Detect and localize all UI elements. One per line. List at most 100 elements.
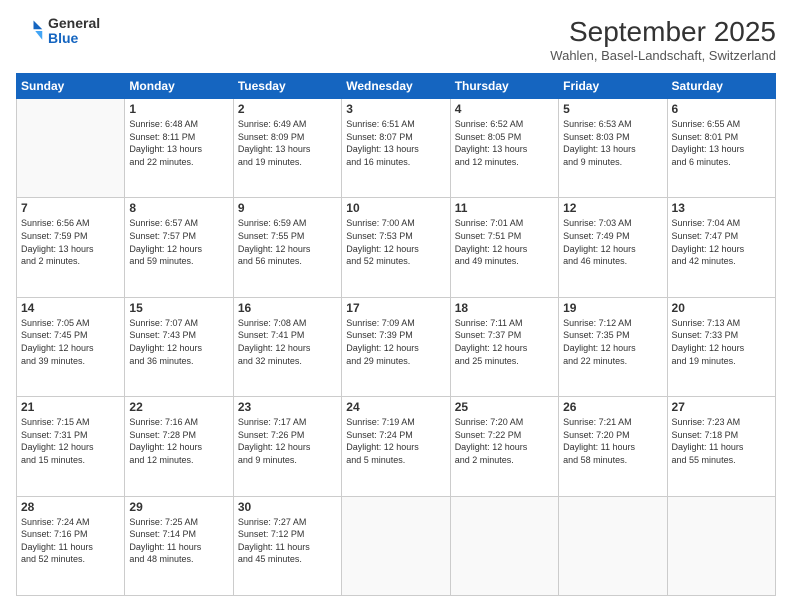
table-row bbox=[667, 496, 775, 595]
table-row: 20 Sunrise: 7:13 AM Sunset: 7:33 PM Dayli… bbox=[667, 297, 775, 396]
day-number: 21 bbox=[21, 400, 120, 414]
table-row: 2 Sunrise: 6:49 AM Sunset: 8:09 PM Daylig… bbox=[233, 99, 341, 198]
table-row: 19 Sunrise: 7:12 AM Sunset: 7:35 PM Dayli… bbox=[559, 297, 667, 396]
day-info: Sunrise: 7:19 AM Sunset: 7:24 PM Dayligh… bbox=[346, 416, 445, 466]
col-tuesday: Tuesday bbox=[233, 74, 341, 99]
table-row: 27 Sunrise: 7:23 AM Sunset: 7:18 PM Dayli… bbox=[667, 397, 775, 496]
day-info: Sunrise: 7:23 AM Sunset: 7:18 PM Dayligh… bbox=[672, 416, 771, 466]
day-info: Sunrise: 7:24 AM Sunset: 7:16 PM Dayligh… bbox=[21, 516, 120, 566]
day-info: Sunrise: 6:51 AM Sunset: 8:07 PM Dayligh… bbox=[346, 118, 445, 168]
table-row: 14Sunrise: 7:05 AM Sunset: 7:45 PM Dayli… bbox=[17, 297, 125, 396]
col-friday: Friday bbox=[559, 74, 667, 99]
table-row: 21 Sunrise: 7:15 AM Sunset: 7:31 PM Dayli… bbox=[17, 397, 125, 496]
day-info: Sunrise: 7:13 AM Sunset: 7:33 PM Dayligh… bbox=[672, 317, 771, 367]
day-info: Sunrise: 7:16 AM Sunset: 7:28 PM Dayligh… bbox=[129, 416, 228, 466]
table-row bbox=[342, 496, 450, 595]
logo: General Blue bbox=[16, 16, 100, 47]
day-number: 29 bbox=[129, 500, 228, 514]
day-info: Sunrise: 6:52 AM Sunset: 8:05 PM Dayligh… bbox=[455, 118, 554, 168]
day-info: Sunrise: 7:08 AM Sunset: 7:41 PM Dayligh… bbox=[238, 317, 337, 367]
header: General Blue September 2025 Wahlen, Base… bbox=[16, 16, 776, 63]
day-info: Sunrise: 6:56 AM Sunset: 7:59 PM Dayligh… bbox=[21, 217, 120, 267]
table-row: 23Sunrise: 7:17 AM Sunset: 7:26 PM Dayli… bbox=[233, 397, 341, 496]
table-row: 12 Sunrise: 7:03 AM Sunset: 7:49 PM Dayli… bbox=[559, 198, 667, 297]
table-row: 4Sunrise: 6:52 AM Sunset: 8:05 PM Daylig… bbox=[450, 99, 558, 198]
table-row: 26 Sunrise: 7:21 AM Sunset: 7:20 PM Dayli… bbox=[559, 397, 667, 496]
day-number: 28 bbox=[21, 500, 120, 514]
logo-icon bbox=[16, 17, 44, 45]
title-block: September 2025 Wahlen, Basel-Landschaft,… bbox=[550, 16, 776, 63]
day-number: 17 bbox=[346, 301, 445, 315]
day-number: 19 bbox=[563, 301, 662, 315]
day-info: Sunrise: 7:01 AM Sunset: 7:51 PM Dayligh… bbox=[455, 217, 554, 267]
table-row: 18 Sunrise: 7:11 AM Sunset: 7:37 PM Dayli… bbox=[450, 297, 558, 396]
day-number: 10 bbox=[346, 201, 445, 215]
day-info: Sunrise: 6:48 AM Sunset: 8:11 PM Dayligh… bbox=[129, 118, 228, 168]
day-info: Sunrise: 7:03 AM Sunset: 7:49 PM Dayligh… bbox=[563, 217, 662, 267]
day-number: 9 bbox=[238, 201, 337, 215]
table-row bbox=[17, 99, 125, 198]
calendar-week-row: 7Sunrise: 6:56 AM Sunset: 7:59 PM Daylig… bbox=[17, 198, 776, 297]
day-info: Sunrise: 7:25 AM Sunset: 7:14 PM Dayligh… bbox=[129, 516, 228, 566]
calendar-week-row: 21 Sunrise: 7:15 AM Sunset: 7:31 PM Dayli… bbox=[17, 397, 776, 496]
day-number: 6 bbox=[672, 102, 771, 116]
month-title: September 2025 bbox=[550, 16, 776, 48]
table-row bbox=[559, 496, 667, 595]
table-row: 6 Sunrise: 6:55 AM Sunset: 8:01 PM Daylig… bbox=[667, 99, 775, 198]
day-info: Sunrise: 6:49 AM Sunset: 8:09 PM Dayligh… bbox=[238, 118, 337, 168]
day-number: 22 bbox=[129, 400, 228, 414]
day-number: 27 bbox=[672, 400, 771, 414]
table-row: 7Sunrise: 6:56 AM Sunset: 7:59 PM Daylig… bbox=[17, 198, 125, 297]
table-row: 9 Sunrise: 6:59 AM Sunset: 7:55 PM Daylig… bbox=[233, 198, 341, 297]
col-saturday: Saturday bbox=[667, 74, 775, 99]
table-row: 10 Sunrise: 7:00 AM Sunset: 7:53 PM Dayli… bbox=[342, 198, 450, 297]
table-row: 17 Sunrise: 7:09 AM Sunset: 7:39 PM Dayli… bbox=[342, 297, 450, 396]
day-number: 20 bbox=[672, 301, 771, 315]
day-number: 15 bbox=[129, 301, 228, 315]
day-info: Sunrise: 6:53 AM Sunset: 8:03 PM Dayligh… bbox=[563, 118, 662, 168]
day-info: Sunrise: 7:12 AM Sunset: 7:35 PM Dayligh… bbox=[563, 317, 662, 367]
day-number: 3 bbox=[346, 102, 445, 116]
day-info: Sunrise: 7:21 AM Sunset: 7:20 PM Dayligh… bbox=[563, 416, 662, 466]
day-info: Sunrise: 7:04 AM Sunset: 7:47 PM Dayligh… bbox=[672, 217, 771, 267]
table-row: 1 Sunrise: 6:48 AM Sunset: 8:11 PM Daylig… bbox=[125, 99, 233, 198]
calendar-table: Sunday Monday Tuesday Wednesday Thursday… bbox=[16, 73, 776, 596]
day-info: Sunrise: 7:05 AM Sunset: 7:45 PM Dayligh… bbox=[21, 317, 120, 367]
table-row: 25Sunrise: 7:20 AM Sunset: 7:22 PM Dayli… bbox=[450, 397, 558, 496]
col-thursday: Thursday bbox=[450, 74, 558, 99]
day-info: Sunrise: 7:17 AM Sunset: 7:26 PM Dayligh… bbox=[238, 416, 337, 466]
day-number: 1 bbox=[129, 102, 228, 116]
day-info: Sunrise: 7:09 AM Sunset: 7:39 PM Dayligh… bbox=[346, 317, 445, 367]
day-number: 2 bbox=[238, 102, 337, 116]
logo-blue-text: Blue bbox=[48, 31, 100, 46]
day-info: Sunrise: 6:57 AM Sunset: 7:57 PM Dayligh… bbox=[129, 217, 228, 267]
calendar-week-row: 28 Sunrise: 7:24 AM Sunset: 7:16 PM Dayli… bbox=[17, 496, 776, 595]
table-row: 3 Sunrise: 6:51 AM Sunset: 8:07 PM Daylig… bbox=[342, 99, 450, 198]
logo-general-text: General bbox=[48, 16, 100, 31]
day-info: Sunrise: 6:55 AM Sunset: 8:01 PM Dayligh… bbox=[672, 118, 771, 168]
calendar-header-row: Sunday Monday Tuesday Wednesday Thursday… bbox=[17, 74, 776, 99]
day-info: Sunrise: 7:11 AM Sunset: 7:37 PM Dayligh… bbox=[455, 317, 554, 367]
table-row: 11Sunrise: 7:01 AM Sunset: 7:51 PM Dayli… bbox=[450, 198, 558, 297]
col-sunday: Sunday bbox=[17, 74, 125, 99]
day-number: 18 bbox=[455, 301, 554, 315]
col-monday: Monday bbox=[125, 74, 233, 99]
day-number: 13 bbox=[672, 201, 771, 215]
table-row: 15 Sunrise: 7:07 AM Sunset: 7:43 PM Dayli… bbox=[125, 297, 233, 396]
day-info: Sunrise: 7:20 AM Sunset: 7:22 PM Dayligh… bbox=[455, 416, 554, 466]
table-row: 16Sunrise: 7:08 AM Sunset: 7:41 PM Dayli… bbox=[233, 297, 341, 396]
day-number: 12 bbox=[563, 201, 662, 215]
table-row: 24 Sunrise: 7:19 AM Sunset: 7:24 PM Dayli… bbox=[342, 397, 450, 496]
day-number: 26 bbox=[563, 400, 662, 414]
calendar-week-row: 1 Sunrise: 6:48 AM Sunset: 8:11 PM Daylig… bbox=[17, 99, 776, 198]
day-number: 8 bbox=[129, 201, 228, 215]
day-info: Sunrise: 7:07 AM Sunset: 7:43 PM Dayligh… bbox=[129, 317, 228, 367]
day-info: Sunrise: 7:00 AM Sunset: 7:53 PM Dayligh… bbox=[346, 217, 445, 267]
table-row: 13 Sunrise: 7:04 AM Sunset: 7:47 PM Dayli… bbox=[667, 198, 775, 297]
day-info: Sunrise: 7:27 AM Sunset: 7:12 PM Dayligh… bbox=[238, 516, 337, 566]
day-number: 24 bbox=[346, 400, 445, 414]
day-info: Sunrise: 7:15 AM Sunset: 7:31 PM Dayligh… bbox=[21, 416, 120, 466]
logo-text: General Blue bbox=[48, 16, 100, 47]
table-row: 5Sunrise: 6:53 AM Sunset: 8:03 PM Daylig… bbox=[559, 99, 667, 198]
day-info: Sunrise: 6:59 AM Sunset: 7:55 PM Dayligh… bbox=[238, 217, 337, 267]
